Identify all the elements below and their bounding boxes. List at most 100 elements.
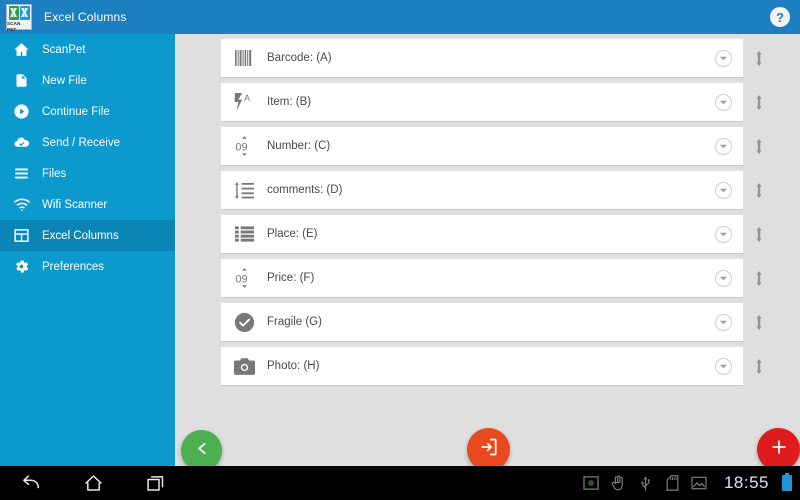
sidebar-item-preferences[interactable]: Preferences xyxy=(0,251,175,282)
exit-door-icon xyxy=(479,437,499,462)
sidebar-item-label: Preferences xyxy=(42,260,105,273)
sidebar-item-label: Files xyxy=(42,167,67,180)
arrow-left-icon xyxy=(192,439,211,463)
reorder-handle-icon[interactable] xyxy=(753,358,765,374)
column-row-label: Item: (B) xyxy=(267,96,312,108)
chevron-down-icon[interactable] xyxy=(715,358,732,375)
clock: 18:55 xyxy=(723,473,769,492)
chevron-down-icon[interactable] xyxy=(715,94,732,111)
back-button[interactable] xyxy=(181,430,222,471)
column-row-place[interactable]: Place: (E) xyxy=(220,214,744,254)
chevron-down-icon[interactable] xyxy=(715,270,732,287)
sidebar-item-label: Wifi Scanner xyxy=(42,198,108,211)
content-area: Barcode: (A) A Item: (B) 09 Number: (C) … xyxy=(175,34,800,471)
page-title: Excel Columns xyxy=(44,10,127,24)
column-list: Barcode: (A) A Item: (B) 09 Number: (C) … xyxy=(220,38,762,390)
gear-icon xyxy=(12,257,31,276)
chevron-down-icon[interactable] xyxy=(715,138,732,155)
table-row[interactable]: comments: (D) xyxy=(220,170,762,212)
column-row-barcode[interactable]: Barcode: (A) xyxy=(220,38,744,78)
usb-icon xyxy=(637,475,654,492)
table-row[interactable]: Fragile (G) xyxy=(220,302,762,344)
play-circle-icon xyxy=(12,102,31,121)
nav-home-icon[interactable] xyxy=(62,466,124,500)
add-button[interactable] xyxy=(757,428,800,471)
cloud-check-icon xyxy=(12,133,31,152)
nav-recents-icon[interactable] xyxy=(124,466,186,500)
sidebar-item-label: ScanPet xyxy=(42,43,86,56)
scanpet-app-icon: SCAN PET xyxy=(6,4,32,32)
wifi-icon xyxy=(12,195,31,214)
svg-text:09: 09 xyxy=(235,274,247,286)
home-icon xyxy=(12,40,31,59)
column-row-price[interactable]: 09 Price: (F) xyxy=(220,258,744,298)
sidebar-item-files[interactable]: Files xyxy=(0,158,175,189)
sidebar-item-label: Continue File xyxy=(42,105,110,118)
column-row-number[interactable]: 09 Number: (C) xyxy=(220,126,744,166)
number-stepper-icon: 09 xyxy=(233,267,255,289)
column-row-label: Fragile (G) xyxy=(267,316,322,328)
column-row-item[interactable]: A Item: (B) xyxy=(220,82,744,122)
app-icon-caption: SCAN PET xyxy=(7,21,21,32)
list-icon xyxy=(12,164,31,183)
app-window: SCAN PET Excel Columns ? ScanPet New Fil… xyxy=(0,0,800,500)
android-system-bar: 18:55 xyxy=(0,466,800,500)
chevron-down-icon[interactable] xyxy=(715,226,732,243)
table-row[interactable]: Photo: (H) xyxy=(220,346,762,388)
status-icons: 18:55 xyxy=(583,466,800,500)
column-row-label: Number: (C) xyxy=(267,140,331,152)
chevron-down-icon[interactable] xyxy=(715,182,732,199)
sidebar-item-wifi-scanner[interactable]: Wifi Scanner xyxy=(0,189,175,220)
sidebar-item-scanpet[interactable]: ScanPet xyxy=(0,34,175,65)
sidebar-item-excel-columns[interactable]: Excel Columns xyxy=(0,220,175,251)
reorder-handle-icon[interactable] xyxy=(753,138,765,154)
help-icon[interactable]: ? xyxy=(770,7,790,27)
grid-table-icon xyxy=(12,226,31,245)
plus-icon xyxy=(769,437,789,462)
image-icon xyxy=(691,475,708,492)
chevron-down-icon[interactable] xyxy=(715,50,732,67)
column-row-label: Place: (E) xyxy=(267,228,318,240)
line-spacing-icon xyxy=(233,179,255,201)
sidebar-item-label: Send / Receive xyxy=(42,136,120,149)
sidebar: ScanPet New File Continue File Send / Re… xyxy=(0,34,175,466)
number-stepper-icon: 09 xyxy=(233,135,255,157)
table-row[interactable]: Place: (E) xyxy=(220,214,762,256)
chevron-down-icon[interactable] xyxy=(715,314,732,331)
column-row-label: Barcode: (A) xyxy=(267,52,332,64)
check-circle-icon xyxy=(233,311,255,333)
column-row-photo[interactable]: Photo: (H) xyxy=(220,346,744,386)
text-auto-icon: A xyxy=(233,91,255,113)
table-row[interactable]: 09 Price: (F) xyxy=(220,258,762,300)
reorder-handle-icon[interactable] xyxy=(753,226,765,242)
sidebar-item-label: Excel Columns xyxy=(42,229,119,242)
reorder-handle-icon[interactable] xyxy=(753,50,765,66)
svg-text:09: 09 xyxy=(235,142,247,154)
gesture-hand-icon xyxy=(610,475,627,492)
sidebar-item-new-file[interactable]: New File xyxy=(0,65,175,96)
barcode-icon xyxy=(233,47,255,69)
exit-button[interactable] xyxy=(467,428,510,471)
reorder-handle-icon[interactable] xyxy=(753,94,765,110)
column-row-comments[interactable]: comments: (D) xyxy=(220,170,744,210)
table-row[interactable]: 09 Number: (C) xyxy=(220,126,762,168)
reorder-handle-icon[interactable] xyxy=(753,270,765,286)
sidebar-item-send-receive[interactable]: Send / Receive xyxy=(0,127,175,158)
camera-icon xyxy=(233,355,255,377)
table-row[interactable]: Barcode: (A) xyxy=(220,38,762,80)
column-row-fragile[interactable]: Fragile (G) xyxy=(220,302,744,342)
list-rows-icon xyxy=(233,223,255,245)
column-row-label: Photo: (H) xyxy=(267,360,320,372)
document-icon xyxy=(12,71,31,90)
navigation-keys xyxy=(0,466,186,500)
screenshot-icon xyxy=(583,475,600,492)
reorder-handle-icon[interactable] xyxy=(753,314,765,330)
column-row-label: Price: (F) xyxy=(267,272,315,284)
sidebar-item-continue-file[interactable]: Continue File xyxy=(0,96,175,127)
table-row[interactable]: A Item: (B) xyxy=(220,82,762,124)
nav-back-icon[interactable] xyxy=(0,466,62,500)
sd-card-icon xyxy=(664,475,681,492)
svg-text:A: A xyxy=(244,93,250,103)
reorder-handle-icon[interactable] xyxy=(753,182,765,198)
title-bar: SCAN PET Excel Columns ? xyxy=(0,0,800,34)
